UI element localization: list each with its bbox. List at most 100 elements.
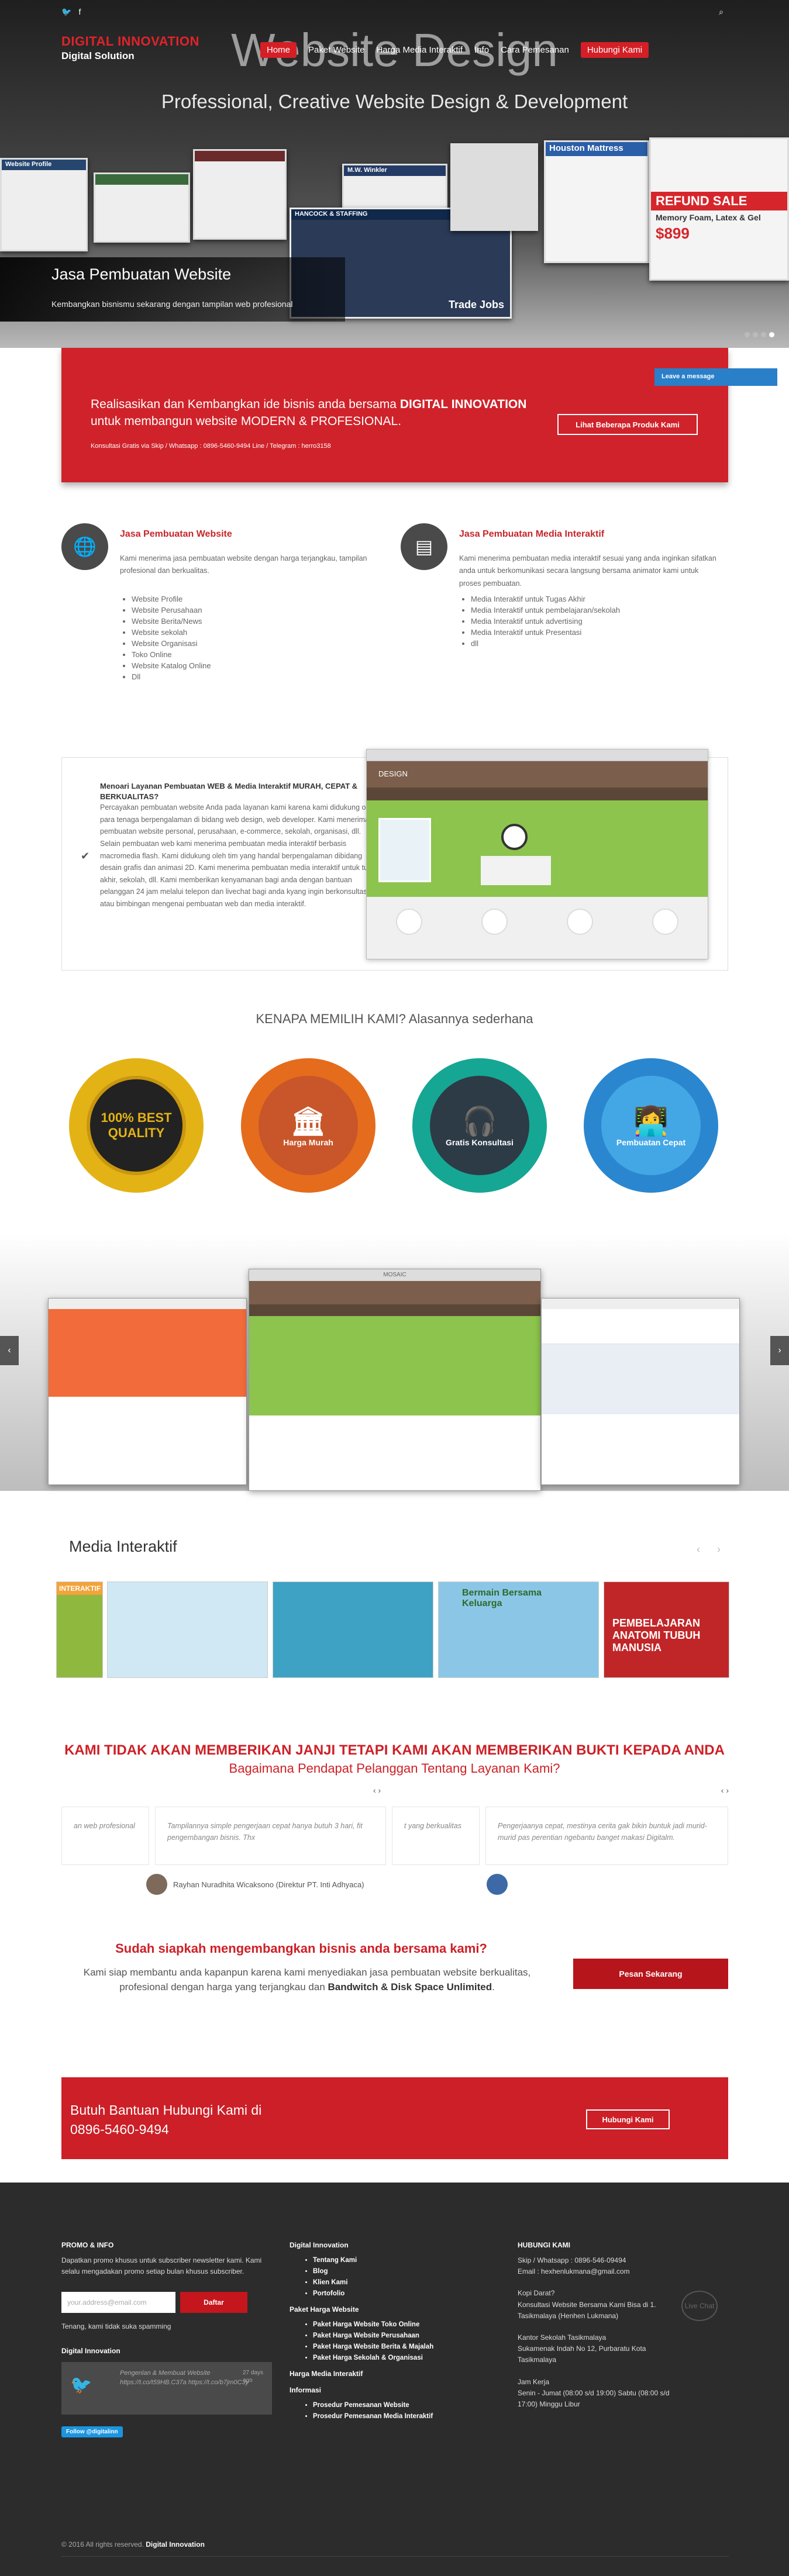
twitter-icon: 🐦 (70, 2375, 92, 2395)
nav-info[interactable]: Info (474, 45, 489, 55)
footer-heading: Digital Innovation (290, 2241, 349, 2249)
browser-mockup: DESIGN (366, 749, 708, 959)
service-desc: Kami menerima jasa pembuatan website den… (120, 554, 367, 575)
footer-divider (61, 2556, 729, 2557)
slider-dot[interactable] (761, 332, 766, 337)
logo-line2: Digital Solution (61, 50, 135, 61)
list-item: Website sekolah (132, 627, 211, 638)
follow-twitter-button[interactable]: Follow @digitalinn (61, 2426, 123, 2437)
badge-label: Gratis Konsultasi (446, 1137, 514, 1147)
subscribe-button[interactable]: Daftar (180, 2292, 247, 2313)
nav-home[interactable]: Home (260, 42, 297, 58)
collage-card-label: REFUND SALE (651, 192, 787, 210)
testimonial-arrows[interactable]: ‹ › (373, 1786, 381, 1795)
newspaper-icon: ▤ (401, 523, 447, 570)
order-now-button[interactable]: Pesan Sekarang (573, 1959, 728, 1989)
footer-link[interactable]: Blog (313, 2266, 500, 2277)
portfolio-item[interactable] (48, 1298, 247, 1485)
top-bar: 🐦 f ⌕ (0, 0, 789, 23)
slider-dot[interactable] (745, 332, 750, 337)
leave-message-button[interactable]: Leave a message (654, 368, 777, 386)
portfolio-item[interactable] (541, 1298, 740, 1485)
subscribe-form: your.address@email.com Daftar (61, 2292, 272, 2313)
portfolio-item[interactable]: MOSAIC (249, 1269, 541, 1491)
footer-heading[interactable]: Harga Media Interaktif (290, 2370, 500, 2378)
mockup-icon (396, 909, 423, 935)
fireplace-image (481, 856, 551, 885)
contact-us-button[interactable]: Hubungi Kami (586, 2109, 670, 2129)
media-thumb[interactable]: PEMBELAJARAN ANATOMI TUBUH MANUSIA (604, 1581, 729, 1678)
footer-link[interactable]: Prosedur Pemesanan Media Interaktif (313, 2411, 500, 2422)
footer-link-list: Paket Harga Website Toko Online Paket Ha… (290, 2319, 500, 2364)
email-field[interactable]: your.address@email.com (61, 2292, 175, 2313)
testimonial-card: an web profesional (61, 1807, 149, 1865)
media-thumb[interactable]: Bermain Bersama Keluarga (438, 1581, 599, 1678)
testimonial-text: an web profesional (74, 1822, 135, 1830)
slider-dot[interactable] (753, 332, 758, 337)
testimonial-text: t yang berkualitas (404, 1822, 461, 1830)
footer-heading: HUBUNGI KAMI (518, 2241, 570, 2249)
testimonial-question: Bagaimana Pendapat Pelanggan Tentang Lay… (229, 1761, 560, 1776)
slider-dot[interactable] (769, 332, 774, 337)
collage-card: Website Profile (0, 158, 88, 251)
support-icon: 🎧 (462, 1106, 497, 1137)
list-item: Website Berita/News (132, 616, 211, 627)
portfolio-header (542, 1309, 739, 1344)
facebook-icon[interactable]: f (78, 7, 81, 17)
kopi-text: Konsultasi Website Bersama Kami Bisa di … (518, 2300, 656, 2320)
carousel-next-button[interactable]: › (770, 1336, 789, 1365)
nav-paket-website[interactable]: Paket Website (308, 45, 364, 55)
live-chat-icon[interactable]: Live Chat (681, 2291, 718, 2321)
footer-link[interactable]: Paket Harga Sekolah & Organisasi (313, 2353, 500, 2364)
mockup-icon (652, 909, 678, 935)
portfolio-carousel: MOSAIC (0, 1234, 789, 1491)
site-logo[interactable]: DIGITAL INNOVATION Digital Solution (61, 34, 199, 62)
collage-card-label: Website Profile (2, 160, 86, 170)
hours-text: Senin - Jumat (08:00 s/d 19:00) Sabtu (0… (518, 2388, 670, 2408)
view-products-button[interactable]: Lihat Beberapa Produk Kami (557, 414, 698, 435)
media-thumb[interactable] (273, 1581, 433, 1678)
service-title[interactable]: Jasa Pembuatan Website (120, 529, 232, 540)
service-list: Media Interaktif untuk Tugas Akhir Media… (471, 593, 620, 649)
feature-heading: Menoari Layanan Pembuatan WEB & Media In… (100, 782, 358, 802)
footer-link[interactable]: Portofolio (313, 2288, 500, 2299)
footer-link[interactable]: Prosedur Pemesanan Website (313, 2400, 500, 2411)
main-nav: Home Paket Website Harga Media Interakti… (260, 42, 649, 58)
intro-text: Realisasikan dan Kembangkan ide bisnis a… (91, 398, 400, 411)
footer-heading: Informasi (290, 2385, 322, 2394)
mockup-icon (481, 909, 508, 935)
footer-link[interactable]: Klien Kami (313, 2277, 500, 2288)
collage-card (94, 172, 190, 243)
author-name: Rayhan Nuradhita Wicaksono (Direktur PT.… (173, 1880, 364, 1889)
window-image (378, 818, 431, 882)
nav-harga-media[interactable]: Harga Media Interaktif (376, 45, 463, 55)
collage-card-label: Houston Mattress (546, 142, 647, 156)
cta-heading: Sudah siapkah mengembangkan bisnis anda … (115, 1941, 487, 1956)
twitter-icon[interactable]: 🐦 (61, 7, 71, 17)
nav-hubungi-kami[interactable]: Hubungi Kami (580, 42, 649, 58)
help-phone: 0896-5460-9494 (70, 2122, 169, 2138)
copyright-brand[interactable]: Digital Innovation (146, 2540, 205, 2549)
media-thumb[interactable] (107, 1581, 268, 1678)
list-item: Website Katalog Online (132, 660, 211, 671)
collage-card (450, 143, 538, 231)
portfolio-hero (542, 1344, 739, 1414)
footer-heading: Digital Innovation (61, 2346, 120, 2355)
footer-link[interactable]: Tentang Kami (313, 2255, 500, 2266)
footer-link[interactable]: Paket Harga Website Perusahaan (313, 2330, 500, 2342)
badge-quality: 100% BEST QUALITY (69, 1058, 204, 1193)
search-icon[interactable]: ⌕ (719, 7, 723, 17)
testimonial-arrows[interactable]: ‹ › (721, 1786, 729, 1795)
footer-link[interactable]: Paket Harga Website Toko Online (313, 2319, 500, 2330)
footer-link[interactable]: Paket Harga Website Berita & Majalah (313, 2342, 500, 2353)
media-nav-arrows[interactable]: ‹ › (697, 1543, 728, 1556)
list-item: Toko Online (132, 649, 211, 660)
carousel-prev-button[interactable]: ‹ (0, 1336, 19, 1365)
collage-card-label: $899 (656, 225, 690, 242)
nav-cara-pemesanan[interactable]: Cara Pemesanan (501, 45, 569, 55)
media-thumb[interactable]: INTERAKTIF (56, 1581, 103, 1678)
copyright: © 2016 All rights reserved. Digital Inno… (61, 2540, 205, 2549)
office-title: Kantor Sekolah Tasikmalaya (518, 2333, 607, 2342)
service-title[interactable]: Jasa Pembuatan Media Interaktif (459, 529, 604, 540)
list-item: Media Interaktif untuk pembelajaran/seko… (471, 605, 620, 616)
